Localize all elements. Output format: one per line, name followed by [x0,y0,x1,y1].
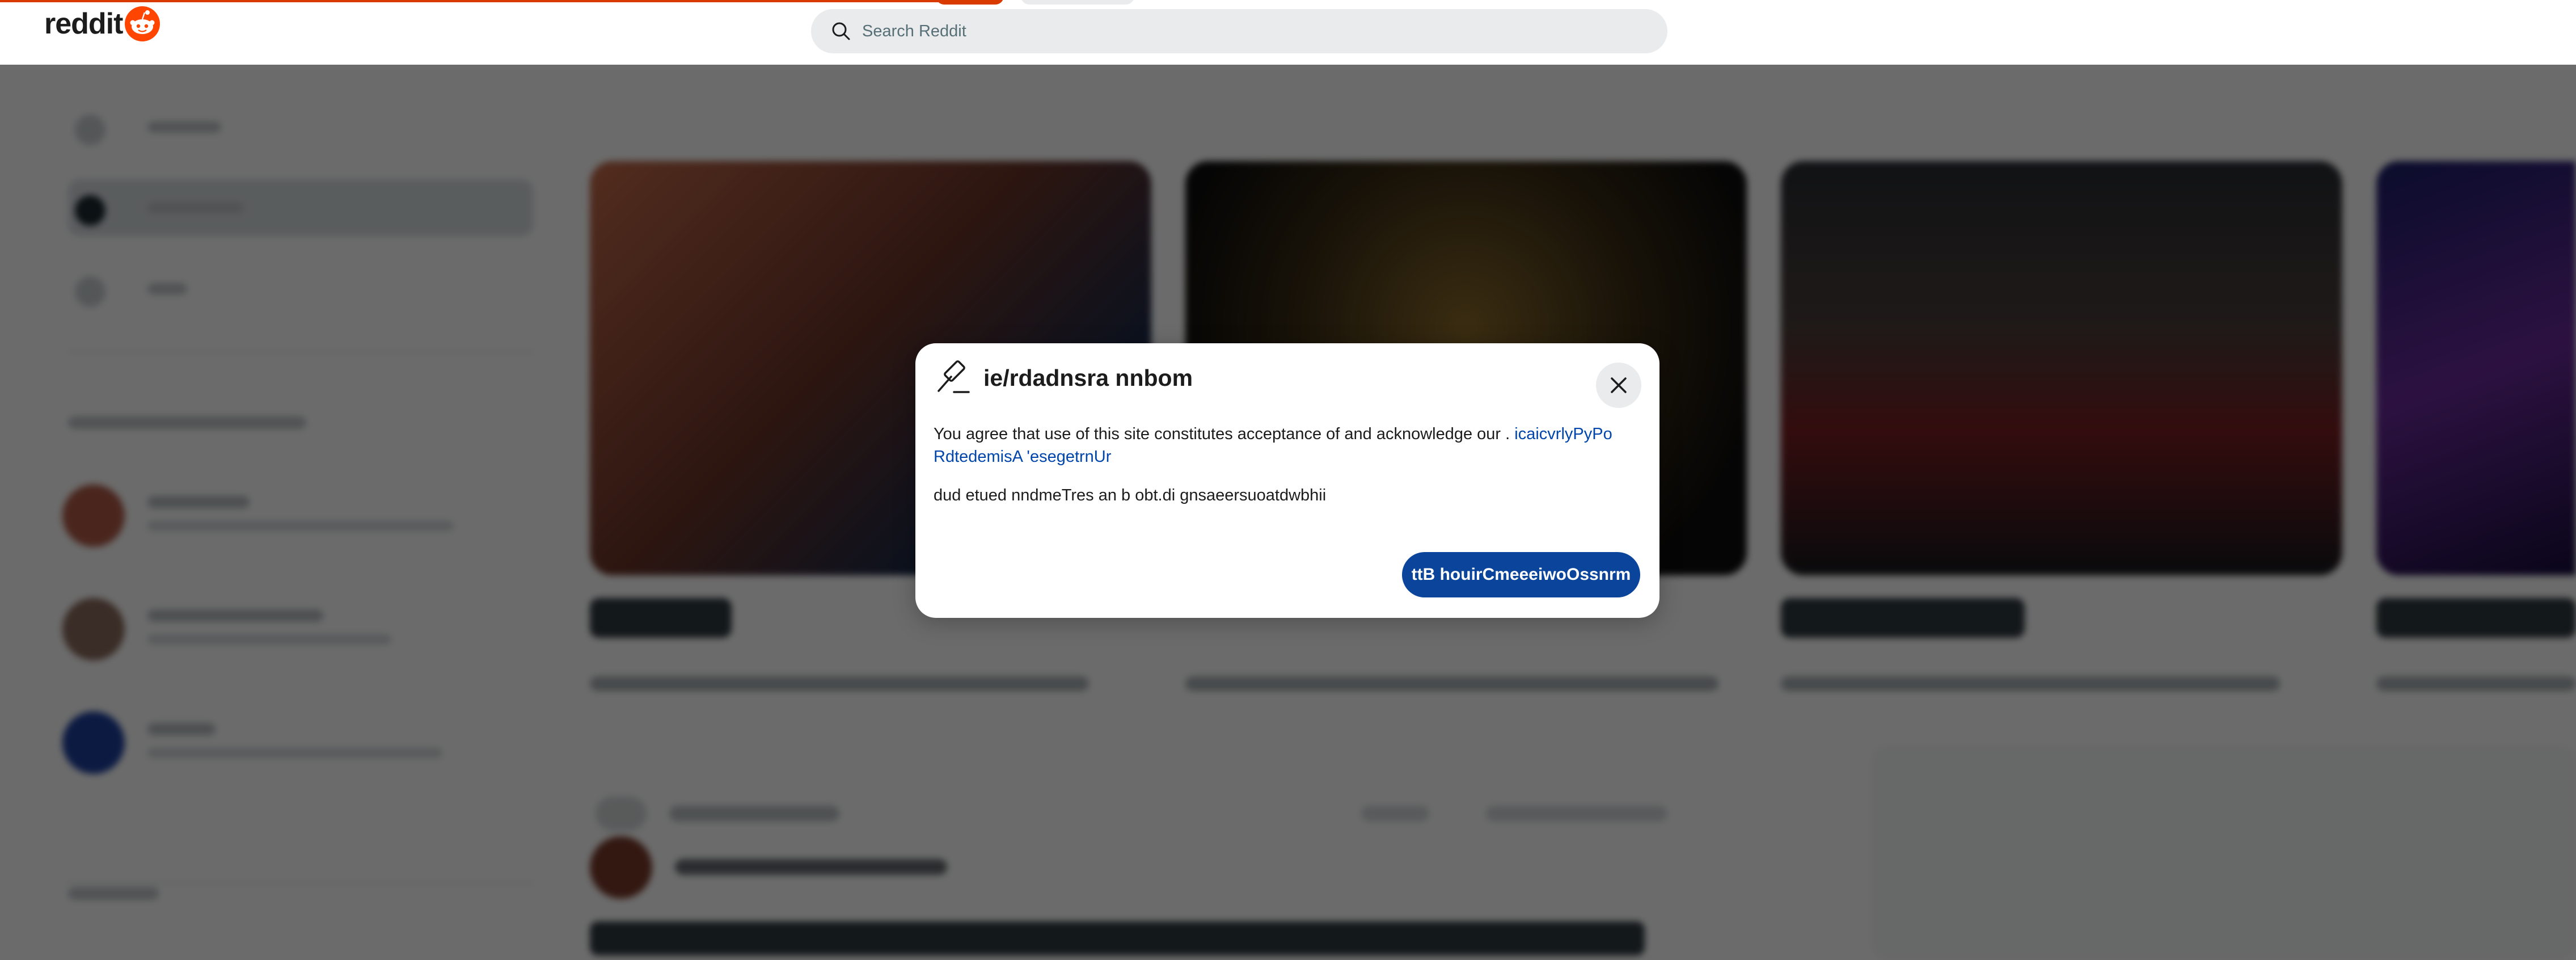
close-button[interactable] [1596,363,1641,408]
reddit-logo[interactable]: reddit [44,6,161,42]
top-accent-line [0,0,993,2]
dialog-body-secondary: dud etued nndmeTres an b obt.di gnsaeers… [934,486,1327,504]
primary-action-button[interactable]: ttB houirCmeeeiwoOssnrm [1402,552,1640,597]
search-icon [830,20,852,42]
gavel-icon [934,359,973,399]
logo-wordmark: reddit [44,7,123,40]
dialog-title: ie/rdadnsra nnbom [983,365,1193,391]
header-pill-orange [936,0,1004,5]
close-icon [1611,377,1627,393]
reddit-snoo-icon [125,6,161,41]
top-navigation-bar: reddit Search Reddit [0,0,2576,65]
search-placeholder: Search Reddit [862,22,966,40]
search-input[interactable]: Search Reddit [811,9,1667,53]
terms-text: You agree that use of this site constitu… [934,425,1510,443]
ban-notice-dialog: ie/rdadnsra nnbom You agree that use of … [915,343,1659,618]
header-pill-grey [1021,0,1134,5]
dialog-body: You agree that use of this site constitu… [934,423,1637,468]
